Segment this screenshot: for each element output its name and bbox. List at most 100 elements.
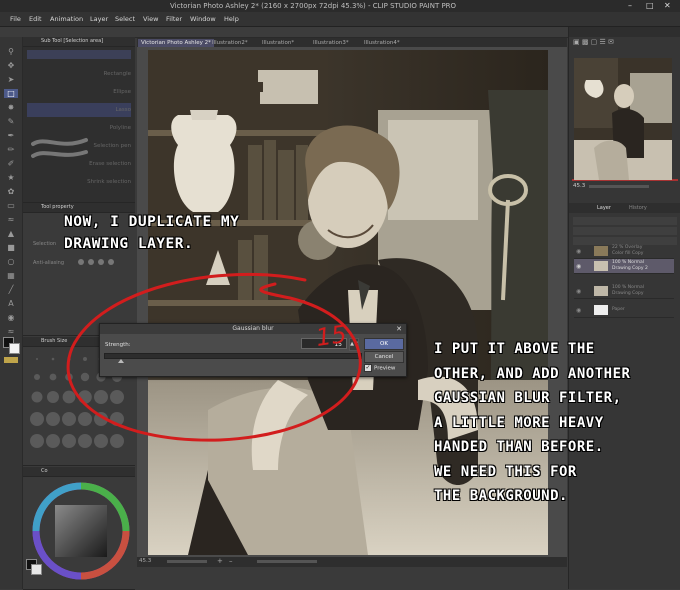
- decoration-tool-icon[interactable]: ✿: [4, 187, 18, 196]
- note-2-line: THE BACKGROUND.: [434, 488, 568, 504]
- tab-illustration4[interactable]: Illustration4*: [361, 39, 403, 47]
- zoom-readout[interactable]: 45.3: [139, 558, 151, 564]
- menu-animation[interactable]: Animation: [50, 15, 83, 23]
- eraser-tool-icon[interactable]: ▭: [4, 201, 18, 210]
- strength-slider[interactable]: [104, 353, 362, 359]
- antialias-option-1[interactable]: [78, 259, 84, 265]
- layer-name: Drawing Copy 2: [612, 266, 648, 271]
- preview-label: Preview: [374, 365, 396, 372]
- selection-tool-icon[interactable]: □: [4, 89, 18, 98]
- tab-layer[interactable]: Layer: [597, 205, 611, 211]
- figure-tool-icon[interactable]: ○: [4, 257, 18, 266]
- layer-row[interactable]: ◉ 22 % Overlay Color fill Copy: [574, 244, 674, 259]
- cancel-button[interactable]: Cancel: [364, 351, 404, 363]
- brush-tool-icon[interactable]: ✐: [4, 159, 18, 168]
- layer-mode: 100 % Normal: [612, 285, 645, 290]
- menu-file[interactable]: File: [10, 15, 21, 23]
- note-1-line: NOW, I DUPLICATE MY: [64, 214, 240, 230]
- layer-row[interactable]: ◉ 100 % Normal Drawing Copy: [574, 284, 674, 299]
- navigator-preview[interactable]: [574, 58, 672, 180]
- move-tool-icon[interactable]: ✥: [4, 61, 18, 70]
- ok-button[interactable]: OK: [364, 338, 404, 350]
- eye-icon[interactable]: ◉: [576, 263, 581, 270]
- sub-color-swatch[interactable]: [9, 343, 20, 354]
- sub-tool-panel-title: Sub Tool [Selection area]: [41, 38, 104, 44]
- note-2-line: WE NEED THIS FOR: [434, 463, 577, 480]
- blend-tool-icon[interactable]: ≈: [4, 215, 18, 224]
- strength-spinner[interactable]: ▲▼: [349, 338, 359, 351]
- eye-icon[interactable]: ◉: [576, 288, 581, 295]
- subtool-shrink-selection[interactable]: Shrink selection: [27, 175, 131, 189]
- tab-illustration3[interactable]: Illustration3*: [310, 39, 352, 47]
- handwritten-value: 15: [314, 320, 349, 352]
- maximize-icon[interactable]: □: [646, 1, 654, 10]
- dialog-close-icon[interactable]: ✕: [396, 324, 402, 334]
- frame-tool-icon[interactable]: ▦: [4, 271, 18, 280]
- operation-tool-icon[interactable]: ➤: [4, 75, 18, 84]
- subtool-lasso[interactable]: Lasso: [27, 103, 131, 117]
- layer-name: Drawing Copy: [612, 291, 644, 296]
- color-sub-swatch[interactable]: [31, 564, 42, 575]
- correct-line-tool-icon[interactable]: ≈: [4, 327, 18, 336]
- zoom-tool-icon[interactable]: ⚲: [4, 47, 18, 56]
- subtool-rectangle[interactable]: Rectangle: [27, 67, 131, 81]
- note-2-line: A LITTLE MORE HEAVY: [434, 414, 604, 431]
- antialias-option-2[interactable]: [88, 259, 94, 265]
- tab-victorian-photo-ashley-2[interactable]: Victorian Photo Ashley 2*: [138, 39, 214, 47]
- status-bar: 45.3 + –: [137, 557, 567, 567]
- text-tool-icon[interactable]: A: [4, 299, 18, 308]
- pencil-tool-icon[interactable]: ✏: [4, 145, 18, 154]
- sub-tool-panel-header: Sub Tool [Selection area]: [23, 37, 135, 47]
- gradient-tool-icon[interactable]: ■: [4, 243, 18, 252]
- antialias-option-4[interactable]: [108, 259, 114, 265]
- eye-icon[interactable]: ◉: [576, 307, 581, 314]
- layer-opacity-slider[interactable]: [573, 227, 677, 235]
- pen-tool-icon[interactable]: ✒: [4, 131, 18, 140]
- navigator-zoom-readout[interactable]: 45.3: [573, 183, 585, 189]
- balloon-tool-icon[interactable]: ◉: [4, 313, 18, 322]
- ruler-tool-icon[interactable]: ╱: [4, 285, 18, 294]
- layer-mode: 100 % Normal: [612, 260, 645, 265]
- zoom-in-icon[interactable]: +: [217, 557, 223, 565]
- layer-name: Color fill Copy: [612, 251, 644, 256]
- antialias-option-3[interactable]: [98, 259, 104, 265]
- menu-filter[interactable]: Filter: [166, 15, 182, 23]
- menu-view[interactable]: View: [143, 15, 158, 23]
- preview-checkbox[interactable]: ✓: [364, 364, 372, 372]
- fill-tool-icon[interactable]: ▲: [4, 229, 18, 238]
- layer-row-selected[interactable]: ◉ 100 % Normal Drawing Copy 2: [574, 259, 674, 274]
- auto-select-tool-icon[interactable]: ✸: [4, 103, 18, 112]
- note-2-line: GAUSSIAN BLUR FILTER,: [434, 390, 622, 406]
- menu-help[interactable]: Help: [224, 15, 239, 23]
- zoom-out-icon[interactable]: –: [229, 557, 233, 565]
- navigator-zoom-slider[interactable]: [589, 185, 649, 188]
- tool-property-antialias-label: Anti-aliasing: [33, 260, 64, 266]
- tab-history[interactable]: History: [629, 205, 647, 211]
- close-icon[interactable]: ✕: [664, 1, 671, 10]
- tab-illustration[interactable]: Illustration*: [259, 39, 297, 47]
- minimize-icon[interactable]: –: [628, 1, 632, 10]
- tab-illustration2[interactable]: Illustration2*: [209, 39, 251, 47]
- strength-slider-knob[interactable]: [118, 359, 124, 363]
- note-2-line: OTHER, AND ADD ANOTHER: [434, 365, 631, 382]
- menu-edit[interactable]: Edit: [29, 15, 42, 23]
- menu-layer[interactable]: Layer: [90, 15, 108, 23]
- rotation-slider[interactable]: [257, 560, 317, 563]
- title-bar: Victorian Photo Ashley 2* (2160 x 2700px…: [0, 0, 680, 12]
- transparent-color-swatch[interactable]: [4, 357, 18, 363]
- menu-window[interactable]: Window: [190, 15, 216, 23]
- layer-blend-mode-select[interactable]: [573, 217, 677, 225]
- layer-row[interactable]: ◉ Paper: [574, 303, 674, 318]
- subtool-ellipse[interactable]: Ellipse: [27, 85, 131, 99]
- airbrush-tool-icon[interactable]: ★: [4, 173, 18, 182]
- eyedropper-tool-icon[interactable]: ✎: [4, 117, 18, 126]
- zoom-slider[interactable]: [167, 560, 207, 563]
- menu-select[interactable]: Select: [115, 15, 135, 23]
- menu-bar: File Edit Animation Layer Select View Fi…: [0, 12, 680, 27]
- preview-row[interactable]: ✓ Preview: [364, 364, 395, 372]
- subtool-group-selected[interactable]: [27, 50, 131, 59]
- pen-stroke-preview: [31, 138, 88, 158]
- eye-icon[interactable]: ◉: [576, 248, 581, 255]
- brush-size-title: Brush Size: [41, 338, 68, 344]
- color-wheel[interactable]: [31, 481, 131, 581]
